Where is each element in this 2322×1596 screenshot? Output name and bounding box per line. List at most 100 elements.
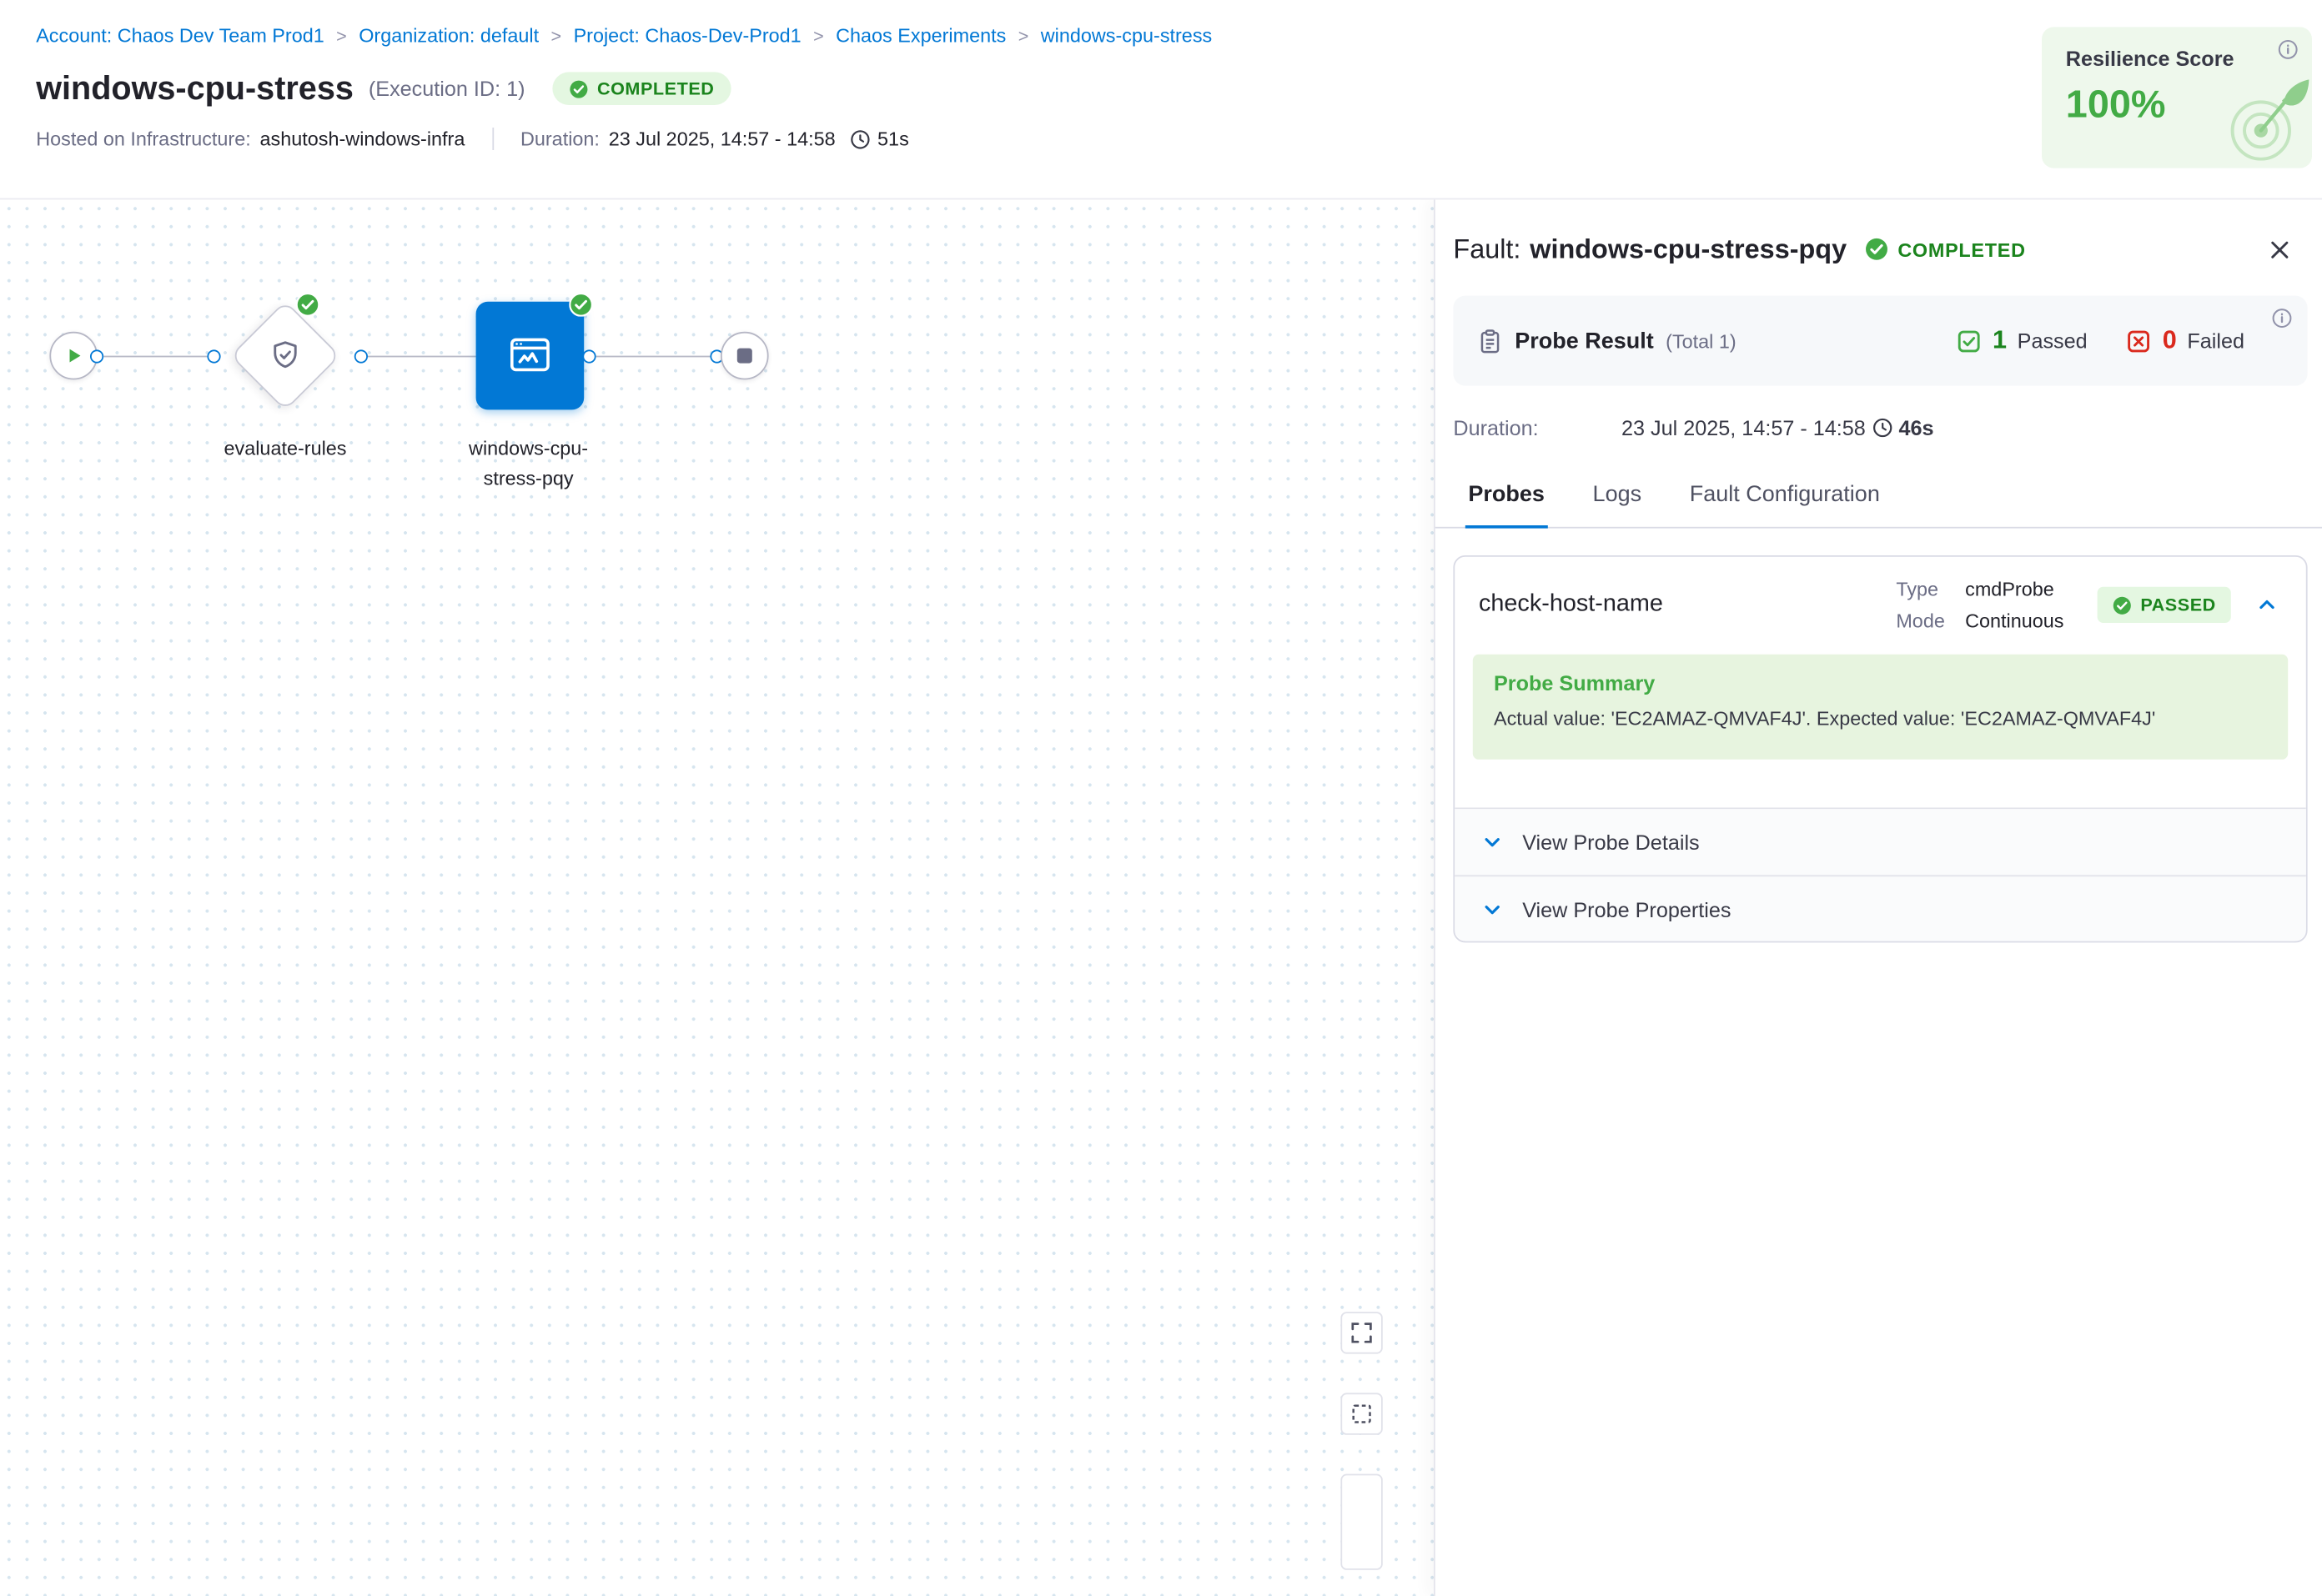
fullscreen-icon [1349,1321,1374,1345]
breadcrumb-current-experiment[interactable]: windows-cpu-stress [1041,24,1212,47]
failed-label: Failed [2187,329,2244,353]
breadcrumb-account[interactable]: Account: Chaos Dev Team Prod1 [36,24,324,47]
view-probe-details-label: View Probe Details [1522,830,1699,854]
probe-summary-text: Actual value: 'EC2AMAZ-QMVAF4J'. Expecte… [1494,707,2267,730]
elapsed-time: 51s [877,128,909,150]
duration-value: 23 Jul 2025, 14:57 - 14:58 [609,128,836,150]
experiment-status-badge: COMPLETED [552,72,731,105]
probe-status-label: PASSED [2140,595,2215,615]
chevron-down-icon [1482,898,1503,919]
pipeline-canvas[interactable]: evaluate-rules windows-cpu-stress-pqy + … [0,199,1434,1596]
node-success-badge-icon [569,293,593,317]
close-icon [2266,237,2292,263]
clipboard-icon [1477,328,1503,354]
fault-duration-value: 23 Jul 2025, 14:57 - 14:58 [1621,416,1866,440]
fault-label: Fault: [1453,233,1520,265]
passed-label: Passed [2018,329,2088,353]
page-header: Account: Chaos Dev Team Prod1 > Organiza… [0,0,2322,199]
fault-name: windows-cpu-stress-pqy [1530,233,1847,265]
infrastructure-name: ashutosh-windows-infra [260,128,465,150]
probe-card-header[interactable]: check-host-name Type cmdProbe Mode Conti… [1455,557,2306,653]
edge-connector-dot [354,349,368,363]
passed-count: 1 [1993,326,2007,356]
edge-connector-dot [207,349,220,363]
resilience-score-value: 100% [2066,81,2288,128]
node-success-badge-icon [296,293,320,317]
fault-elapsed-time: 46s [1898,416,1933,440]
pipeline-stop-node [721,332,769,380]
passed-check-icon [1957,328,1983,354]
fault-details-panel: Fault: windows-cpu-stress-pqy COMPLETED … [1434,199,2322,1596]
view-probe-properties-label: View Probe Properties [1522,897,1731,921]
breadcrumb-separator: > [336,25,347,46]
experiment-meta: Hosted on Infrastructure: ashutosh-windo… [36,128,2322,150]
shield-check-icon [267,338,303,374]
probe-name: check-host-name [1479,591,1896,618]
fault-duration-row: Duration: 23 Jul 2025, 14:57 - 14:58 46s [1453,416,2298,440]
page-title: windows-cpu-stress [36,69,354,108]
check-circle-icon [569,79,588,98]
probe-card: check-host-name Type cmdProbe Mode Conti… [1453,555,2307,942]
hosted-on-label: Hosted on Infrastructure: [36,128,251,150]
probe-type-mode: Type cmdProbe Mode Continuous [1896,578,2063,632]
fault-duration-label: Duration: [1453,416,1621,440]
failed-x-icon [2127,328,2153,354]
view-probe-properties-row[interactable]: View Probe Properties [1455,875,2306,941]
edge-connector-dot [90,349,103,363]
breadcrumb-project[interactable]: Project: Chaos-Dev-Prod1 [574,24,802,47]
probe-result-card: Probe Result (Total 1) 1 Passed 0 Failed [1453,296,2307,386]
edge-line [103,355,207,358]
resilience-info-icon[interactable] [2278,39,2299,68]
probe-result-total: (Total 1) [1666,329,1736,352]
duration-label: Duration: [520,128,600,150]
breadcrumb-separator: > [1018,25,1029,46]
probe-mode-label: Mode [1896,610,1965,632]
probe-result-title: Probe Result [1515,328,1654,354]
tab-fault-configuration[interactable]: Fault Configuration [1686,469,1882,528]
check-circle-icon [2112,595,2131,615]
node-label-evaluate-rules: evaluate-rules [180,434,390,464]
tab-logs[interactable]: Logs [1590,469,1645,528]
fault-status: COMPLETED [1865,237,2026,261]
selection-mode-button[interactable] [1340,1393,1382,1434]
probe-result-info-icon[interactable] [2271,308,2292,336]
node-label-fault: windows-cpu-stress-pqy [454,434,604,494]
fullscreen-button[interactable] [1340,1312,1382,1353]
probe-mode-value: Continuous [1965,610,2063,632]
node-evaluate-rules[interactable] [246,317,324,395]
probe-summary-title: Probe Summary [1494,671,2267,695]
node-windows-cpu-stress-pqy[interactable] [476,302,585,410]
chevron-down-icon [1482,831,1503,852]
edge-line [596,355,711,358]
marquee-select-icon [1349,1402,1374,1426]
experiment-status-label: COMPLETED [597,78,714,99]
probe-type-value: cmdProbe [1965,578,2054,600]
probe-expanders: View Probe Details View Probe Properties [1455,807,2306,941]
check-circle-icon [1865,237,1889,261]
stop-icon [737,349,752,364]
execution-id: (Execution ID: 1) [369,77,525,101]
panel-tabs: Probes Logs Fault Configuration [1435,469,2322,528]
probe-summary: Probe Summary Actual value: 'EC2AMAZ-QMV… [1473,655,2288,760]
failed-count: 0 [2163,326,2177,356]
clock-icon [1872,417,1892,438]
tab-probes[interactable]: Probes [1465,469,1548,528]
breadcrumb-chaos-experiments[interactable]: Chaos Experiments [836,24,1006,47]
zoom-controls: + − [1340,1474,1382,1570]
breadcrumb-separator: > [551,25,562,46]
divider [492,128,494,150]
breadcrumb-organization[interactable]: Organization: default [359,24,539,47]
clock-icon [851,128,872,149]
edge-connector-dot [582,349,596,363]
resilience-score-card: Resilience Score 100% [2042,27,2312,168]
breadcrumb: Account: Chaos Dev Team Prod1 > Organiza… [36,24,2322,47]
play-icon [63,345,84,366]
probe-status-badge: PASSED [2097,587,2231,623]
chevron-up-icon [2256,595,2277,615]
close-panel-button[interactable] [2259,229,2299,269]
view-probe-details-row[interactable]: View Probe Details [1455,809,2306,875]
probe-type-label: Type [1896,578,1965,600]
breadcrumb-separator: > [813,25,824,46]
collapse-probe-button[interactable] [2249,587,2284,623]
fault-window-icon [506,332,555,380]
